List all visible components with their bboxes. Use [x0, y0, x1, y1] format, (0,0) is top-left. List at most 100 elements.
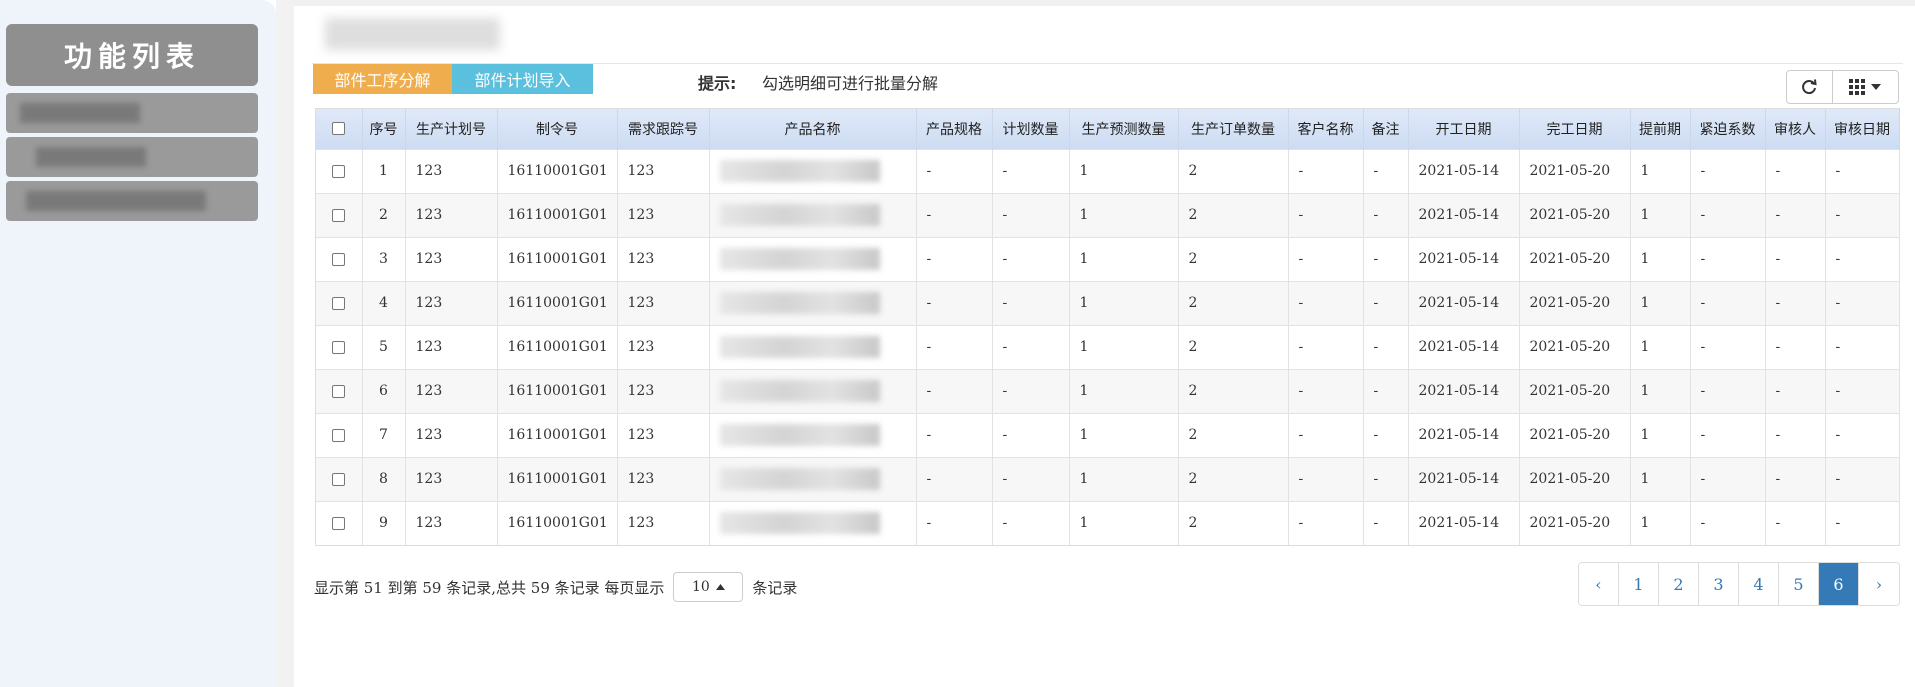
- row-checkbox[interactable]: [332, 164, 346, 178]
- cell-no: 3: [362, 236, 406, 281]
- column-header[interactable]: 计划数量: [992, 109, 1070, 149]
- table-row[interactable]: 9 123 16110001G01 123- -1 2- -2021-05-14 2021-0…: [316, 500, 1900, 545]
- row-select-cell[interactable]: [316, 412, 363, 457]
- table-row[interactable]: 5 123 16110001G01 123- -1 2- -2021-05-14 2021-0…: [316, 324, 1900, 369]
- column-header[interactable]: 开工日期: [1408, 109, 1520, 149]
- cell-customer: -: [1288, 368, 1364, 413]
- page-button-4[interactable]: 4: [1739, 563, 1779, 605]
- columns-toggle-button[interactable]: [1833, 71, 1898, 103]
- select-all-cell[interactable]: [316, 109, 363, 149]
- row-select-cell[interactable]: [316, 192, 363, 237]
- row-checkbox[interactable]: [332, 384, 346, 398]
- redacted-text: [719, 336, 880, 358]
- cell-track: 123: [617, 412, 710, 457]
- cell-order: 16110001G01: [497, 192, 618, 237]
- column-header[interactable]: 备注: [1363, 109, 1409, 149]
- cell-end: 2021-05-20: [1519, 236, 1631, 281]
- column-header[interactable]: 制令号: [497, 109, 618, 149]
- cell-urgency: -: [1690, 412, 1766, 457]
- cell-spec: -: [916, 412, 993, 457]
- sidebar-item-3[interactable]: [6, 181, 258, 221]
- page-button-3[interactable]: 3: [1699, 563, 1739, 605]
- cell-prod: 2: [1178, 192, 1289, 237]
- row-select-cell[interactable]: [316, 324, 363, 369]
- data-table: 序号 生产计划号 制令号 需求跟踪号 产品名称 产品规格 计划数量 生产预测数量…: [315, 108, 1900, 546]
- column-header[interactable]: 产品名称: [709, 109, 917, 149]
- cell-reviewer: -: [1765, 368, 1826, 413]
- product-name-cell-redacted: [709, 236, 917, 281]
- cell-review_date: -: [1825, 148, 1900, 193]
- import-plan-button[interactable]: 部件计划导入: [452, 64, 593, 94]
- cell-reviewer: -: [1765, 324, 1826, 369]
- column-header[interactable]: 客户名称: [1288, 109, 1364, 149]
- cell-remark: -: [1363, 324, 1409, 369]
- row-select-cell[interactable]: [316, 500, 363, 545]
- cell-remark: -: [1363, 192, 1409, 237]
- page-info-text: 显示第 51 到第 59 条记录,总共 59 条记录 每页显示: [314, 578, 665, 597]
- cell-customer: -: [1288, 324, 1364, 369]
- row-checkbox[interactable]: [332, 472, 346, 486]
- table-row[interactable]: 8 123 16110001G01 123- -1 2- -2021-05-14 2021-0…: [316, 456, 1900, 501]
- next-page-button[interactable]: ›: [1859, 563, 1899, 605]
- cell-prod: 2: [1178, 456, 1289, 501]
- cell-track: 123: [617, 236, 710, 281]
- row-checkbox[interactable]: [332, 428, 346, 442]
- cell-order: 16110001G01: [497, 280, 618, 325]
- page-button-5[interactable]: 5: [1779, 563, 1819, 605]
- column-header[interactable]: 提前期: [1630, 109, 1691, 149]
- table-row[interactable]: 4 123 16110001G01 123- -1 2- -2021-05-14 2021-0…: [316, 280, 1900, 325]
- page-button-1[interactable]: 1: [1619, 563, 1659, 605]
- refresh-button[interactable]: [1787, 71, 1833, 103]
- column-header[interactable]: 序号: [362, 109, 406, 149]
- prev-page-button[interactable]: ‹: [1579, 563, 1619, 605]
- table-row[interactable]: 7 123 16110001G01 123- -1 2- -2021-05-14 2021-0…: [316, 412, 1900, 457]
- sidebar-item-1[interactable]: [6, 93, 258, 133]
- cell-prod: 2: [1178, 500, 1289, 545]
- cell-plan: 123: [405, 148, 498, 193]
- row-select-cell[interactable]: [316, 148, 363, 193]
- hint-text: 勾选明细可进行批量分解: [762, 74, 939, 93]
- row-checkbox[interactable]: [332, 208, 346, 222]
- column-header[interactable]: 生产预测数量: [1069, 109, 1179, 149]
- cell-track: 123: [617, 280, 710, 325]
- page-size-select[interactable]: 10: [673, 572, 744, 602]
- row-select-cell[interactable]: [316, 368, 363, 413]
- cell-urgency: -: [1690, 368, 1766, 413]
- column-header[interactable]: 完工日期: [1519, 109, 1631, 149]
- cell-order: 16110001G01: [497, 500, 618, 545]
- row-checkbox[interactable]: [332, 340, 346, 354]
- column-header[interactable]: 生产计划号: [405, 109, 498, 149]
- row-checkbox[interactable]: [332, 516, 346, 530]
- cell-urgency: -: [1690, 280, 1766, 325]
- sidebar-item-2[interactable]: [6, 137, 258, 177]
- cell-end: 2021-05-20: [1519, 500, 1631, 545]
- row-select-cell[interactable]: [316, 280, 363, 325]
- row-select-cell[interactable]: [316, 236, 363, 281]
- column-header[interactable]: 审核人: [1765, 109, 1826, 149]
- column-header[interactable]: 需求跟踪号: [617, 109, 710, 149]
- cell-urgency: -: [1690, 324, 1766, 369]
- table-row[interactable]: 1 123 16110001G01 123- -1 2- -2021-05-14 2021-0…: [316, 148, 1900, 193]
- row-select-cell[interactable]: [316, 456, 363, 501]
- column-header[interactable]: 审核日期: [1825, 109, 1900, 149]
- table-row[interactable]: 6 123 16110001G01 123- -1 2- -2021-05-14 2021-0…: [316, 368, 1900, 413]
- column-header[interactable]: 紧迫系数: [1690, 109, 1766, 149]
- cell-plan: 123: [405, 368, 498, 413]
- cell-forecast: 1: [1069, 192, 1179, 237]
- redacted-text: [719, 380, 880, 402]
- cell-end: 2021-05-20: [1519, 368, 1631, 413]
- decompose-button[interactable]: 部件工序分解: [313, 64, 452, 94]
- cell-reviewer: -: [1765, 280, 1826, 325]
- cell-lead: 1: [1630, 192, 1691, 237]
- row-checkbox[interactable]: [332, 252, 346, 266]
- row-checkbox[interactable]: [332, 296, 346, 310]
- cell-urgency: -: [1690, 456, 1766, 501]
- cell-qty: -: [992, 500, 1070, 545]
- select-all-checkbox[interactable]: [332, 122, 346, 136]
- column-header[interactable]: 生产订单数量: [1178, 109, 1289, 149]
- page-button-2[interactable]: 2: [1659, 563, 1699, 605]
- column-header[interactable]: 产品规格: [916, 109, 993, 149]
- page-button-6[interactable]: 6: [1819, 563, 1859, 605]
- table-row[interactable]: 3 123 16110001G01 123- -1 2- -2021-05-14 2021-0…: [316, 236, 1900, 281]
- table-row[interactable]: 2 123 16110001G01 123- -1 2- -2021-05-14 2021-0…: [316, 192, 1900, 237]
